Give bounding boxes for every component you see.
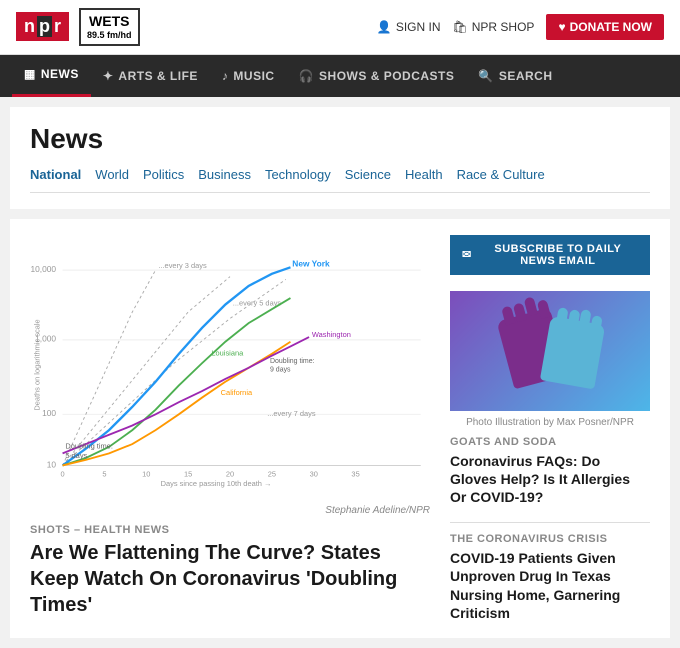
music-icon: ♪ bbox=[222, 69, 229, 83]
logos: n p r WETS 89.5 fm/hd bbox=[16, 8, 140, 46]
sidebar: ✉ SUBSCRIBE TO DAILY NEWS EMAIL Photo Il… bbox=[450, 235, 650, 622]
wets-freq: 89.5 fm/hd bbox=[87, 30, 132, 41]
subnav-business[interactable]: Business bbox=[198, 167, 251, 182]
main-nav: ▦ NEWS ✦ ARTS & LIFE ♪ MUSIC 🎧 SHOWS & P… bbox=[0, 55, 680, 97]
svg-text:20: 20 bbox=[226, 469, 234, 478]
main-content: 10,000 1,000 100 10 Deaths on logarithmi… bbox=[30, 235, 430, 622]
sidebar-headline-2[interactable]: COVID-19 Patients Given Unproven Drug In… bbox=[450, 549, 650, 622]
svg-text:Doubling time:: Doubling time: bbox=[65, 441, 113, 450]
svg-text:100: 100 bbox=[42, 408, 56, 418]
svg-text:Days since passing 10th death: Days since passing 10th death → bbox=[161, 479, 272, 488]
nav-search[interactable]: 🔍 SEARCH bbox=[466, 55, 564, 97]
top-header: n p r WETS 89.5 fm/hd 👤 SIGN IN 🛍 NPR SH… bbox=[0, 0, 680, 55]
subnav-technology[interactable]: Technology bbox=[265, 167, 331, 182]
svg-text:10: 10 bbox=[142, 469, 150, 478]
npr-r: r bbox=[54, 16, 61, 37]
chart-credit: Stephanie Adeline/NPR bbox=[30, 505, 430, 516]
subnav-national[interactable]: National bbox=[30, 167, 81, 182]
svg-text:California: California bbox=[221, 387, 253, 396]
envelope-icon: ✉ bbox=[462, 248, 472, 261]
npr-p: p bbox=[37, 16, 52, 37]
npr-logo: n p r bbox=[16, 12, 69, 41]
svg-text:0: 0 bbox=[60, 469, 64, 478]
svg-text:Louisiana: Louisiana bbox=[211, 348, 244, 357]
subnav-science[interactable]: Science bbox=[345, 167, 391, 182]
svg-text:30: 30 bbox=[310, 469, 318, 478]
content-area: 10,000 1,000 100 10 Deaths on logarithmi… bbox=[10, 219, 670, 638]
nav-news[interactable]: ▦ NEWS bbox=[12, 55, 91, 97]
npr-n: n bbox=[24, 16, 35, 37]
subnav-race-culture[interactable]: Race & Culture bbox=[457, 167, 545, 182]
sidebar-category-2: THE CORONAVIRUS CRISIS bbox=[450, 533, 650, 545]
svg-text:9 days: 9 days bbox=[270, 366, 291, 373]
svg-text:New York: New York bbox=[292, 258, 330, 268]
nav-arts-life[interactable]: ✦ ARTS & LIFE bbox=[91, 55, 210, 97]
article-category: SHOTS – HEALTH NEWS bbox=[30, 524, 430, 536]
news-page-title: News bbox=[30, 123, 650, 155]
wets-logo: WETS 89.5 fm/hd bbox=[79, 8, 140, 46]
news-section-header: News National World Politics Business Te… bbox=[10, 107, 670, 209]
nav-music[interactable]: ♪ MUSIC bbox=[210, 55, 287, 97]
subscribe-button[interactable]: ✉ SUBSCRIBE TO DAILY NEWS EMAIL bbox=[450, 235, 650, 275]
svg-text:5: 5 bbox=[102, 469, 106, 478]
article-headline[interactable]: Are We Flattening The Curve? States Keep… bbox=[30, 540, 430, 618]
svg-text:Washington: Washington bbox=[312, 330, 351, 339]
subnav-world[interactable]: World bbox=[95, 167, 129, 182]
photo-credit: Photo Illustration by Max Posner/NPR bbox=[450, 417, 650, 428]
news-subnav: National World Politics Business Technol… bbox=[30, 167, 650, 193]
svg-text:25: 25 bbox=[268, 469, 276, 478]
svg-text:10,000: 10,000 bbox=[30, 264, 56, 274]
gloves-image bbox=[450, 291, 650, 411]
wets-name: WETS bbox=[87, 13, 132, 30]
svg-text:...every 7 days: ...every 7 days bbox=[267, 409, 316, 418]
donate-button[interactable]: ♥ DONATE NOW bbox=[546, 14, 664, 40]
svg-text:35: 35 bbox=[351, 469, 359, 478]
svg-text:Deaths on logarithmic scale: Deaths on logarithmic scale bbox=[32, 319, 41, 410]
newspaper-icon: ▦ bbox=[24, 67, 36, 81]
search-nav-icon: 🔍 bbox=[478, 69, 493, 83]
user-icon: 👤 bbox=[377, 20, 392, 34]
bag-icon: 🛍 bbox=[453, 20, 468, 34]
sidebar-category-1: GOATS AND SODA bbox=[450, 436, 650, 448]
blue-glove bbox=[540, 315, 605, 389]
svg-text:...every 5 days: ...every 5 days bbox=[233, 298, 282, 307]
svg-text:10: 10 bbox=[47, 459, 57, 469]
subnav-politics[interactable]: Politics bbox=[143, 167, 184, 182]
heart-icon: ♥ bbox=[558, 20, 565, 34]
arts-icon: ✦ bbox=[103, 69, 114, 83]
nav-shows-podcasts[interactable]: 🎧 SHOWS & PODCASTS bbox=[287, 55, 467, 97]
headphones-icon: 🎧 bbox=[299, 69, 314, 83]
svg-text:...every 3 days: ...every 3 days bbox=[158, 261, 207, 270]
sidebar-divider bbox=[450, 522, 650, 523]
gloves-visual bbox=[495, 316, 605, 386]
sign-in-link[interactable]: 👤 SIGN IN bbox=[377, 20, 441, 34]
svg-text:5 days: 5 days bbox=[65, 451, 87, 460]
svg-text:Doubling time:: Doubling time: bbox=[270, 358, 315, 365]
chart-container: 10,000 1,000 100 10 Deaths on logarithmi… bbox=[30, 235, 430, 495]
svg-text:15: 15 bbox=[184, 469, 192, 478]
sidebar-headline-1[interactable]: Coronavirus FAQs: Do Gloves Help? Is It … bbox=[450, 452, 650, 507]
npr-shop-link[interactable]: 🛍 NPR SHOP bbox=[453, 20, 535, 34]
subnav-health[interactable]: Health bbox=[405, 167, 443, 182]
top-nav-right: 👤 SIGN IN 🛍 NPR SHOP ♥ DONATE NOW bbox=[377, 14, 664, 40]
coronavirus-chart: 10,000 1,000 100 10 Deaths on logarithmi… bbox=[30, 235, 430, 495]
